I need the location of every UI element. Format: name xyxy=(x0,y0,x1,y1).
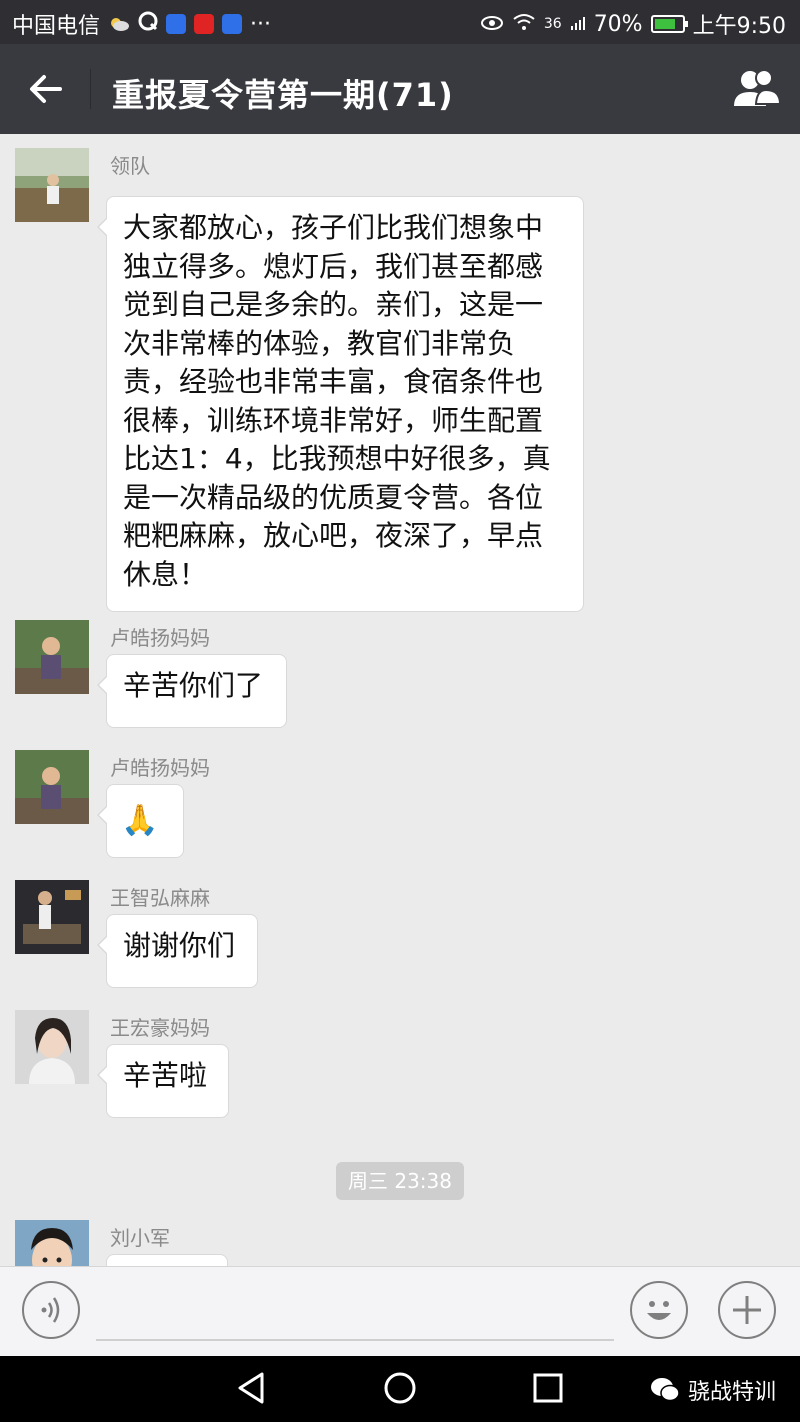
nav-recents-icon[interactable] xyxy=(530,1370,566,1406)
plus-icon[interactable] xyxy=(718,1281,776,1339)
signal-icon xyxy=(570,12,586,37)
network-label: 36 xyxy=(543,16,562,32)
group-members-icon[interactable] xyxy=(730,66,782,112)
chat-header: 重报夏令营第一期(71) xyxy=(0,44,800,134)
input-bar xyxy=(0,1266,800,1357)
sender-name: 领队 xyxy=(110,154,150,178)
watermark: 骁战特训 xyxy=(650,1374,776,1406)
message-bubble[interactable]: 大家都放心，孩子们比我们想象中独立得多。熄灯后，我们甚至都感觉到自己是多余的。亲… xyxy=(97,196,584,612)
status-left: 中国电信 ··· xyxy=(12,8,271,40)
avatar[interactable] xyxy=(15,1220,89,1266)
carrier-label: 中国电信 xyxy=(12,14,101,39)
more-notifications-icon: ··· xyxy=(250,11,271,37)
status-right: 36 70% 上午9:50 xyxy=(480,8,786,40)
message-bubble[interactable]: 辛苦啦 xyxy=(97,1044,229,1118)
weather-icon xyxy=(108,12,130,37)
battery-icon xyxy=(650,15,688,33)
eye-icon xyxy=(480,12,504,37)
sender-name: 卢皓扬妈妈 xyxy=(110,756,210,780)
sender-name: 卢皓扬妈妈 xyxy=(110,626,210,650)
wifi-icon xyxy=(512,12,536,37)
praying-hands-icon: 🙏 xyxy=(121,803,159,838)
battery-percent: 70% xyxy=(593,11,643,37)
timestamp-divider: 周三 23:38 xyxy=(336,1162,464,1200)
nav-home-icon[interactable] xyxy=(382,1370,418,1406)
sender-name: 王宏豪妈妈 xyxy=(110,1016,210,1040)
message-bubble[interactable] xyxy=(106,1254,228,1266)
emoji-icon[interactable] xyxy=(630,1281,688,1339)
avatar[interactable] xyxy=(15,880,89,954)
header-divider xyxy=(90,69,91,109)
message-input[interactable] xyxy=(96,1339,614,1341)
sender-name: 刘小军 xyxy=(110,1226,170,1250)
message-bubble[interactable]: 谢谢你们 xyxy=(97,914,258,988)
avatar[interactable] xyxy=(15,620,89,694)
system-nav-bar: 骁战特训 xyxy=(0,1356,800,1422)
baidu-icon xyxy=(166,14,187,34)
clock: 上午9:50 xyxy=(692,14,786,39)
back-arrow-icon[interactable] xyxy=(20,64,70,114)
message-bubble[interactable]: 🙏 xyxy=(97,784,184,858)
avatar[interactable] xyxy=(15,148,89,222)
voice-icon[interactable] xyxy=(22,1281,80,1339)
qq-icon xyxy=(138,11,158,37)
chat-area[interactable]: 领队 大家都放心，孩子们比我们想象中独立得多。熄灯后，我们甚至都感觉到自己是多余… xyxy=(0,134,800,1266)
nav-back-icon[interactable] xyxy=(234,1370,270,1406)
avatar[interactable] xyxy=(15,750,89,824)
watermark-text: 骁战特训 xyxy=(687,1380,776,1405)
sender-name: 王智弘麻麻 xyxy=(110,886,210,910)
avatar[interactable] xyxy=(15,1010,89,1084)
status-bar: 中国电信 ··· 36 70% 上午9:50 xyxy=(0,0,800,44)
baidu-icon-2 xyxy=(222,14,243,34)
message-bubble[interactable]: 辛苦你们了 xyxy=(97,654,287,728)
toutiao-icon xyxy=(194,14,215,34)
chat-title: 重报夏令营第一期(71) xyxy=(112,76,454,114)
wechat-icon xyxy=(650,1378,680,1402)
